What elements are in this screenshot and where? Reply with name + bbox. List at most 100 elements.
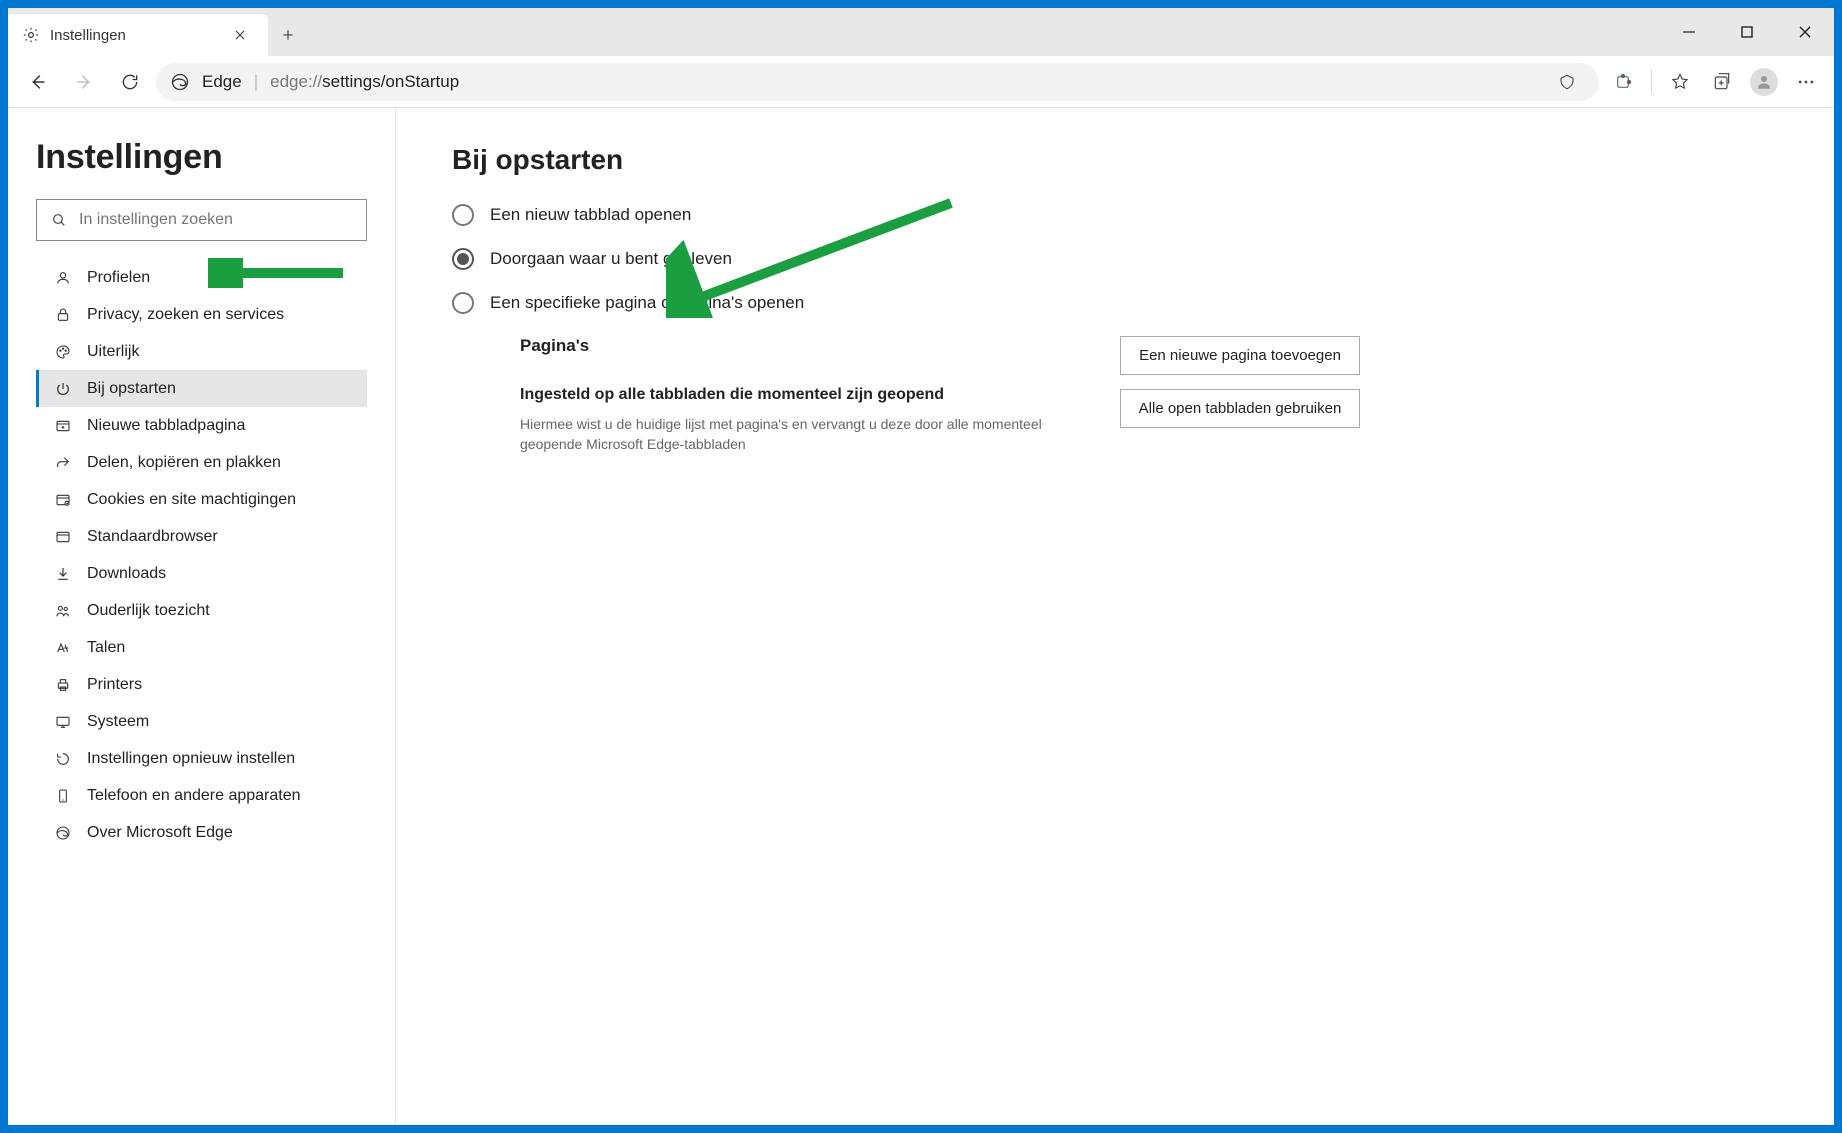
sidebar-item-label: Profielen bbox=[87, 269, 150, 287]
content: Instellingen Profielen Privacy, zoeken en… bbox=[8, 108, 1834, 1125]
gear-icon bbox=[22, 26, 40, 44]
sidebar-item-8[interactable]: Downloads bbox=[36, 555, 367, 592]
browser-tab[interactable]: Instellingen bbox=[8, 14, 268, 56]
add-new-page-button[interactable]: Een nieuwe pagina toevoegen bbox=[1120, 336, 1360, 375]
sidebar-item-label: Instellingen opnieuw instellen bbox=[87, 750, 295, 768]
collections-button[interactable] bbox=[1704, 64, 1740, 100]
radio-label: Een nieuw tabblad openen bbox=[490, 205, 691, 225]
window: Instellingen Edge | edge://settings/onSt… bbox=[8, 8, 1834, 1125]
set-all-tabs-heading: Ingesteld op alle tabbladen die momentee… bbox=[520, 386, 1080, 404]
address-separator: | bbox=[254, 72, 258, 92]
window-controls bbox=[1660, 8, 1834, 56]
pages-heading: Pagina's bbox=[520, 336, 1080, 356]
forward-button[interactable] bbox=[64, 62, 104, 102]
sidebar-item-1[interactable]: Privacy, zoeken en services bbox=[36, 296, 367, 333]
browser-icon bbox=[53, 527, 73, 547]
sidebar-item-label: Nieuwe tabbladpagina bbox=[87, 417, 245, 435]
new-tab-button[interactable] bbox=[268, 14, 308, 56]
printer-icon bbox=[53, 675, 73, 695]
sidebar-item-12[interactable]: Systeem bbox=[36, 703, 367, 740]
minimize-button[interactable] bbox=[1660, 8, 1718, 56]
radio-icon bbox=[452, 292, 474, 314]
avatar-icon bbox=[1750, 68, 1778, 96]
search-icon bbox=[51, 212, 67, 228]
toolbar: Edge | edge://settings/onStartup bbox=[8, 56, 1834, 108]
sidebar-item-4[interactable]: Nieuwe tabbladpagina bbox=[36, 407, 367, 444]
sidebar-item-11[interactable]: Printers bbox=[36, 666, 367, 703]
search-settings[interactable] bbox=[36, 199, 367, 241]
maximize-button[interactable] bbox=[1718, 8, 1776, 56]
back-button[interactable] bbox=[18, 62, 58, 102]
sidebar-item-9[interactable]: Ouderlijk toezicht bbox=[36, 592, 367, 629]
sidebar-item-6[interactable]: Cookies en site machtigingen bbox=[36, 481, 367, 518]
palette-icon bbox=[53, 342, 73, 362]
sidebar-item-label: Uiterlijk bbox=[87, 343, 139, 361]
cookie-icon bbox=[53, 490, 73, 510]
sidebar-item-label: Downloads bbox=[87, 565, 166, 583]
titlebar: Instellingen bbox=[8, 8, 1834, 56]
sidebar-item-0[interactable]: Profielen bbox=[36, 259, 367, 296]
sidebar-item-15[interactable]: Over Microsoft Edge bbox=[36, 814, 367, 851]
extensions-button[interactable] bbox=[1605, 64, 1641, 100]
sidebar-item-label: Standaardbrowser bbox=[87, 528, 218, 546]
sidebar-item-label: Over Microsoft Edge bbox=[87, 824, 233, 842]
startup-radio-0[interactable]: Een nieuw tabblad openen bbox=[452, 204, 1782, 226]
tab-close-button[interactable] bbox=[226, 21, 254, 49]
sidebar-nav-list: Profielen Privacy, zoeken en services Uite… bbox=[36, 259, 367, 851]
tab-title: Instellingen bbox=[50, 27, 216, 44]
newtab-icon bbox=[53, 416, 73, 436]
sidebar-item-3[interactable]: Bij opstarten bbox=[36, 370, 367, 407]
person-icon bbox=[53, 268, 73, 288]
sidebar-item-2[interactable]: Uiterlijk bbox=[36, 333, 367, 370]
sidebar-item-label: Systeem bbox=[87, 713, 149, 731]
sidebar-item-label: Printers bbox=[87, 676, 142, 694]
sidebar-item-label: Cookies en site machtigingen bbox=[87, 491, 296, 509]
search-input[interactable] bbox=[79, 211, 352, 229]
sidebar-item-10[interactable]: Talen bbox=[36, 629, 367, 666]
sidebar-item-label: Ouderlijk toezicht bbox=[87, 602, 210, 620]
url-path: settings/onStartup bbox=[322, 72, 459, 91]
sidebar-item-label: Delen, kopiëren en plakken bbox=[87, 454, 281, 472]
page-heading: Bij opstarten bbox=[452, 144, 1782, 176]
download-icon bbox=[53, 564, 73, 584]
sidebar-item-13[interactable]: Instellingen opnieuw instellen bbox=[36, 740, 367, 777]
read-aloud-icon[interactable] bbox=[1549, 64, 1585, 100]
sidebar-item-5[interactable]: Delen, kopiëren en plakken bbox=[36, 444, 367, 481]
url-scheme: edge:// bbox=[270, 72, 322, 91]
phone-icon bbox=[53, 786, 73, 806]
reset-icon bbox=[53, 749, 73, 769]
startup-radio-1[interactable]: Doorgaan waar u bent gebleven bbox=[452, 248, 1782, 270]
radio-icon bbox=[452, 204, 474, 226]
more-button[interactable] bbox=[1788, 64, 1824, 100]
specific-pages-section: Pagina's Ingesteld op alle tabbladen die… bbox=[520, 336, 1782, 455]
address-app-label: Edge bbox=[202, 72, 242, 92]
power-icon bbox=[53, 379, 73, 399]
system-icon bbox=[53, 712, 73, 732]
lock-icon bbox=[53, 305, 73, 325]
settings-sidebar: Instellingen Profielen Privacy, zoeken en… bbox=[8, 108, 396, 1125]
radio-label: Een specifieke pagina of pagina's openen bbox=[490, 293, 804, 313]
edge-icon bbox=[170, 72, 190, 92]
refresh-button[interactable] bbox=[110, 62, 150, 102]
profile-button[interactable] bbox=[1746, 64, 1782, 100]
edge-icon bbox=[53, 823, 73, 843]
family-icon bbox=[53, 601, 73, 621]
lang-icon bbox=[53, 638, 73, 658]
sidebar-item-label: Telefoon en andere apparaten bbox=[87, 787, 301, 805]
sidebar-title: Instellingen bbox=[36, 138, 367, 177]
sidebar-item-label: Privacy, zoeken en services bbox=[87, 306, 284, 324]
radio-icon bbox=[452, 248, 474, 270]
use-all-tabs-button[interactable]: Alle open tabbladen gebruiken bbox=[1120, 389, 1360, 428]
sidebar-item-label: Talen bbox=[87, 639, 125, 657]
sidebar-item-7[interactable]: Standaardbrowser bbox=[36, 518, 367, 555]
set-all-tabs-desc: Hiermee wist u de huidige lijst met pagi… bbox=[520, 414, 1080, 455]
settings-main: Bij opstarten Een nieuw tabblad openen Do… bbox=[396, 108, 1834, 1125]
sidebar-item-14[interactable]: Telefoon en andere apparaten bbox=[36, 777, 367, 814]
sidebar-item-label: Bij opstarten bbox=[87, 380, 176, 398]
address-bar[interactable]: Edge | edge://settings/onStartup bbox=[156, 63, 1599, 101]
favorites-button[interactable] bbox=[1662, 64, 1698, 100]
share-icon bbox=[53, 453, 73, 473]
radio-label: Doorgaan waar u bent gebleven bbox=[490, 249, 732, 269]
startup-radio-2[interactable]: Een specifieke pagina of pagina's openen bbox=[452, 292, 1782, 314]
close-window-button[interactable] bbox=[1776, 8, 1834, 56]
